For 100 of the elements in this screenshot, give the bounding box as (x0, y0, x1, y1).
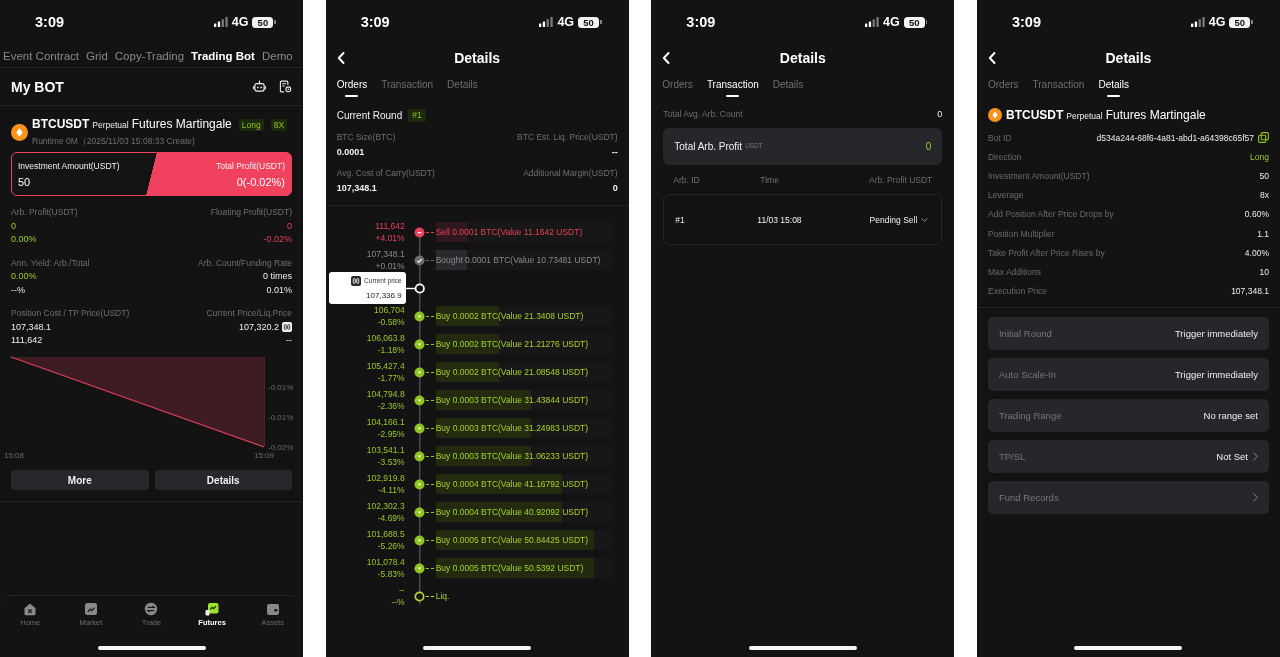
param-label: Take Profit After Price Rises by (987, 247, 1105, 258)
down-node-icon (413, 562, 434, 574)
order-price: 111,642 (375, 220, 405, 232)
price-change: -2.36% (377, 400, 405, 412)
round-label: Current Round (336, 109, 403, 121)
document-gear-icon[interactable] (279, 80, 292, 93)
stat-value: 0 (11, 219, 16, 233)
chevron-down-icon[interactable] (921, 217, 929, 222)
order-label: Buy 0.0003 BTC(Value 31.24983 USDT) (435, 423, 589, 433)
stat-value: --% (11, 283, 25, 297)
top-tab[interactable]: Event Contract (3, 49, 80, 62)
setting-row[interactable]: TP/SL Not Set (987, 439, 1269, 473)
summary-value: 107,348.1 (336, 182, 378, 195)
setting-value: No range set (1203, 409, 1258, 421)
axis-label: -0.02% (268, 443, 294, 452)
page-title: Details (779, 50, 826, 66)
param-value: Long (1250, 151, 1269, 162)
tab[interactable]: Transaction (1032, 72, 1085, 98)
profit-label: Total Arb. Profit (674, 141, 743, 152)
page-title: Details (454, 50, 501, 66)
stat-value: 0.00% (11, 233, 37, 246)
top-tab[interactable]: Copy-Trading (114, 49, 185, 62)
trend-icon (205, 602, 220, 616)
setting-label: Fund Records (998, 491, 1059, 503)
top-tab[interactable]: Trading Bot (191, 49, 255, 62)
bot-tag: 8X (270, 119, 288, 131)
top-tab[interactable]: Demo (261, 49, 293, 62)
order-label: Liq. (435, 591, 450, 601)
action-button[interactable]: Details (154, 470, 292, 490)
back-icon[interactable] (987, 52, 996, 64)
tab[interactable]: Details (447, 72, 478, 98)
order-label: Buy 0.0003 BTC(Value 31.06233 USDT) (435, 451, 589, 461)
setting-row[interactable]: Fund Records (987, 480, 1269, 514)
chart-icon (83, 602, 98, 616)
candles-icon[interactable] (351, 275, 362, 286)
tab[interactable]: Orders (987, 72, 1019, 98)
axis-label: 15:09 (254, 451, 274, 460)
price-change: +0.01% (375, 260, 405, 272)
tab[interactable]: Orders (336, 72, 368, 98)
candles-icon[interactable] (282, 322, 292, 333)
summary-value: -- (611, 146, 618, 159)
param-value: 4.00% (1244, 247, 1269, 258)
order-label: Sell 0.0001 BTC(Value 11.1642 USDT) (435, 227, 583, 237)
summary-label: Additional Margin(USDT) (523, 167, 618, 180)
stat-label: Arb. Count/Funding Rate (197, 256, 292, 270)
setting-row[interactable]: Trading Range No range set (987, 398, 1269, 432)
network-label: 4G (557, 15, 575, 29)
price-change: -1.77% (377, 372, 405, 384)
param-value: 107,348.1 (1231, 286, 1269, 297)
coin-icon (11, 123, 28, 141)
order-label: Buy 0.0002 BTC(Value 21.3408 USDT) (435, 311, 584, 321)
network-label: 4G (231, 15, 249, 29)
order-label: Bought 0.0001 BTC(Value 10.73481 USDT) (435, 255, 601, 265)
stat-value: 107,348.1 (11, 320, 52, 334)
transaction-row[interactable]: #1 11/03 15:08 Pending Sell (663, 194, 943, 245)
down-node-icon (413, 478, 434, 490)
column-header: Arb. ID (673, 174, 701, 187)
back-icon[interactable] (662, 52, 671, 64)
count-value: 0 (937, 108, 943, 121)
setting-value: Not Set (1216, 450, 1248, 462)
tab[interactable]: Orders (662, 72, 693, 98)
table-cell-text: 11/03 15:08 (757, 214, 803, 225)
tab[interactable]: Transaction (706, 72, 759, 98)
summary-label: BTC Size(BTC) (336, 131, 397, 144)
setting-row[interactable]: Initial Round Trigger immediately (987, 316, 1269, 350)
order-price: 105,427.4 (366, 360, 405, 372)
action-button[interactable]: More (11, 470, 149, 490)
copy-icon[interactable] (1257, 132, 1269, 144)
stat-label: Current Price/Liq.Price (206, 307, 292, 320)
column-header: Arb. Profit USDT (869, 174, 933, 187)
symbol-name: BTCUSDT (32, 116, 90, 132)
check-node-icon (413, 254, 434, 266)
price-change: -4.11% (378, 484, 405, 496)
stat-value: -- (286, 334, 292, 347)
stat-value: 0 times (263, 270, 292, 283)
investment-label: Investment Amount(USDT) (18, 160, 120, 171)
battery-indicator: 50 (1229, 16, 1253, 28)
price-change: -1.18% (377, 344, 405, 356)
summary-label: Avg. Cost of Carry(USDT) (336, 167, 436, 180)
top-tab[interactable]: Grid (86, 49, 108, 62)
tab[interactable]: Details (1098, 72, 1129, 98)
status-time: 3:09 (686, 14, 716, 30)
price-change: +4.01% (375, 232, 405, 244)
ring-node-icon (413, 590, 434, 602)
order-price: 104,794.8 (366, 388, 405, 400)
setting-row[interactable]: Auto Scale-In Trigger immediately (987, 357, 1269, 391)
profit-value: 0(-0.02%) (236, 175, 285, 188)
down-node-icon (413, 422, 434, 434)
tab[interactable]: Details (772, 72, 804, 98)
price-change: --% (391, 596, 405, 608)
down-node-icon (413, 338, 434, 350)
robot-icon[interactable] (253, 80, 266, 93)
param-label: Execution Price (987, 286, 1048, 297)
stat-value: 0.00% (11, 270, 37, 283)
column-header: Time (760, 174, 780, 187)
signal-icon (539, 17, 554, 27)
price-change: -2.95% (377, 428, 405, 440)
param-label: Position Multiplier (987, 228, 1055, 239)
tab[interactable]: Transaction (381, 72, 434, 98)
back-icon[interactable] (336, 52, 345, 64)
